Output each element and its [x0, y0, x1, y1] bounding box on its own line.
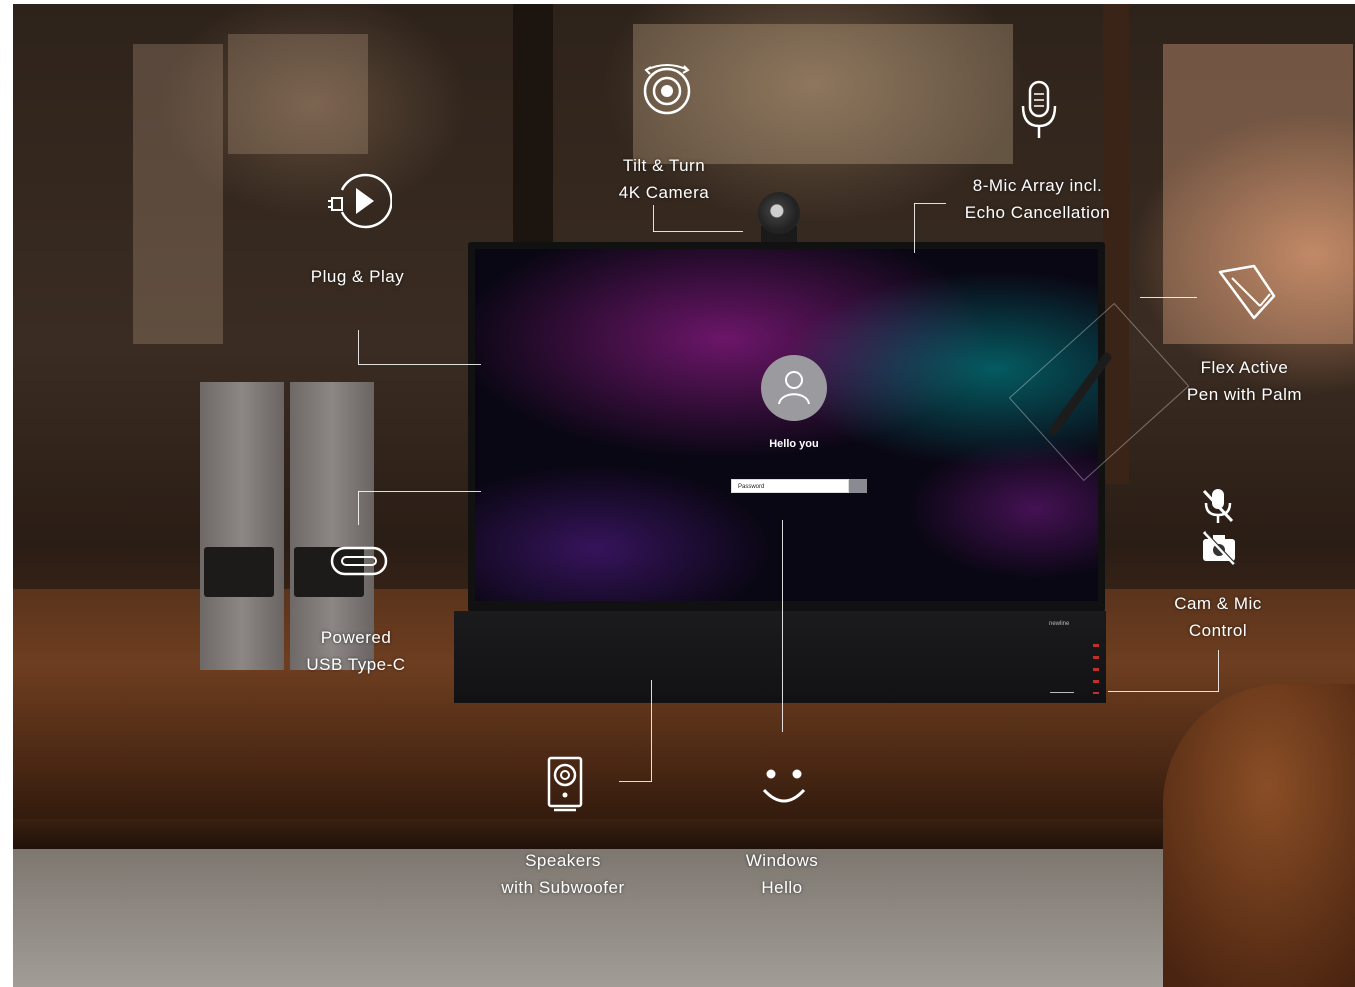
leader-line	[651, 680, 652, 782]
usb-c-icon	[330, 546, 388, 576]
column	[513, 4, 553, 254]
speaker-latch	[204, 547, 274, 597]
password-field[interactable]: Password	[731, 479, 849, 493]
mic-muted-icon	[1202, 489, 1234, 523]
mic-feature-label: 8-Mic Array incl. Echo Cancellation	[964, 176, 1111, 222]
user-avatar-icon[interactable]	[761, 355, 827, 421]
hello-feature-label: Windows Hello	[745, 851, 819, 897]
smiley-face-icon	[762, 769, 806, 803]
wooden-chair	[1163, 684, 1355, 987]
leader-line	[1140, 297, 1197, 298]
brand-label: newline	[1049, 621, 1070, 627]
speaker-icon	[547, 756, 583, 812]
webcam	[758, 192, 800, 234]
window-pane	[228, 34, 368, 154]
leader-line	[1108, 691, 1219, 692]
cam-mic-control-label: Cam & Mic Control	[1174, 594, 1262, 640]
leader-line	[782, 520, 783, 732]
leader-line	[358, 330, 359, 364]
desk-edge	[13, 819, 1355, 849]
pen-feature-label: Flex Active Pen with Palm	[1186, 358, 1303, 404]
leader-line	[1218, 650, 1219, 691]
speakers-feature-label: Speakers with Subwoofer	[501, 851, 625, 897]
greeting-text: Hello you	[769, 438, 819, 450]
usb-feature-label: Powered USB Type-C	[306, 628, 406, 674]
leader-line	[914, 203, 915, 253]
leader-line	[619, 781, 652, 782]
leader-line	[358, 491, 359, 525]
pen-icon	[1218, 264, 1276, 320]
plug-feature-label: Plug & Play	[310, 267, 405, 286]
hello-sensor	[1050, 692, 1074, 693]
speaker-left	[200, 382, 284, 670]
leader-line	[358, 364, 481, 365]
microphone-icon	[1021, 80, 1057, 138]
leader-line	[358, 491, 481, 492]
monitor-screen: Hello you Password	[475, 249, 1098, 601]
leader-line	[653, 205, 654, 232]
submit-arrow-button[interactable]	[849, 479, 867, 493]
soundbar	[454, 611, 1106, 703]
window-pane	[133, 44, 223, 344]
leader-line	[653, 231, 743, 232]
camera-muted-icon	[1202, 530, 1237, 566]
rotating-camera-icon	[643, 64, 691, 115]
camera-feature-label: Tilt & Turn 4K Camera	[618, 156, 710, 202]
floor	[13, 849, 1355, 987]
plug-play-icon	[328, 173, 392, 229]
control-buttons[interactable]	[1093, 644, 1099, 694]
